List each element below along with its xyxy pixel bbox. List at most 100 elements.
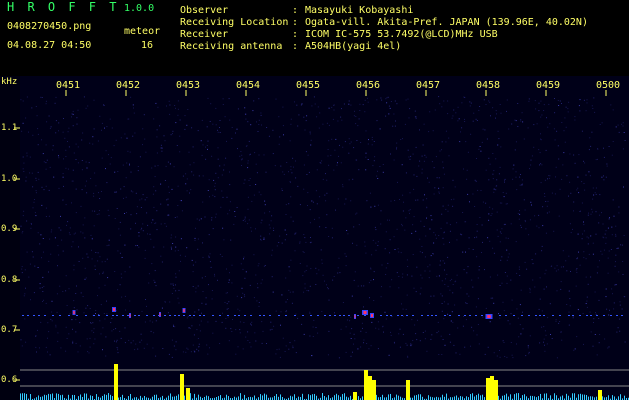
noise-speck — [611, 154, 613, 156]
noise-speck — [521, 179, 523, 181]
noise-speck — [442, 205, 444, 207]
noise-speck — [493, 188, 495, 190]
signal-noise-bar — [68, 394, 69, 400]
noise-speck — [179, 200, 181, 202]
noise-speck — [354, 271, 356, 273]
noise-speck — [601, 176, 603, 178]
noise-speck — [136, 245, 138, 246]
noise-speck — [193, 162, 195, 164]
signal-noise-bar — [264, 393, 265, 400]
noise-speck — [349, 332, 351, 334]
noise-speck — [585, 258, 587, 260]
noise-speck — [605, 176, 607, 178]
noise-speck — [603, 175, 604, 177]
noise-speck — [209, 347, 210, 349]
noise-speck — [421, 172, 423, 174]
noise-speck — [37, 267, 39, 268]
noise-speck — [544, 330, 546, 332]
noise-speck — [179, 151, 181, 153]
signal-noise-bar — [48, 393, 49, 400]
noise-speck — [305, 241, 307, 243]
noise-speck — [393, 159, 395, 161]
noise-speck — [390, 331, 391, 333]
noise-speck — [22, 122, 24, 124]
noise-speck — [426, 198, 428, 200]
noise-speck — [402, 194, 404, 196]
noise-speck — [506, 99, 508, 101]
noise-speck — [260, 235, 262, 237]
noise-speck — [410, 155, 412, 157]
noise-speck — [547, 126, 549, 128]
signal-peak — [180, 374, 184, 400]
noise-speck — [93, 343, 95, 345]
noise-speck — [321, 262, 323, 264]
signal-peak — [368, 376, 372, 400]
noise-speck — [312, 336, 314, 337]
carrier-dot — [68, 315, 70, 316]
noise-speck — [225, 318, 227, 319]
noise-speck — [266, 127, 268, 128]
noise-speck — [198, 219, 200, 221]
noise-speck — [37, 128, 39, 130]
noise-speck — [151, 167, 153, 169]
noise-speck — [171, 339, 173, 341]
signal-noise-bar — [504, 395, 505, 400]
noise-speck — [594, 334, 596, 335]
noise-speck — [586, 296, 588, 298]
noise-speck — [273, 227, 274, 229]
noise-speck — [585, 110, 587, 112]
noise-speck — [30, 227, 32, 229]
signal-noise-bar — [84, 393, 85, 400]
noise-speck — [430, 338, 432, 340]
noise-speck — [447, 256, 449, 258]
noise-speck — [618, 131, 620, 133]
noise-speck — [58, 187, 60, 189]
noise-speck — [315, 284, 317, 285]
info-label-location: Receiving Location — [180, 17, 289, 28]
noise-speck — [310, 139, 312, 141]
noise-speck — [271, 215, 273, 217]
noise-speck — [294, 340, 296, 342]
signal-noise-bar — [274, 395, 275, 400]
noise-speck — [182, 175, 184, 177]
noise-speck — [318, 217, 320, 219]
noise-speck — [476, 236, 478, 238]
noise-speck — [181, 210, 183, 212]
noise-speck — [167, 214, 169, 216]
noise-speck — [106, 126, 108, 128]
carrier-dot — [178, 315, 180, 316]
noise-speck — [211, 290, 213, 291]
noise-speck — [263, 239, 265, 240]
noise-speck — [485, 202, 487, 204]
noise-speck — [389, 239, 391, 241]
noise-speck — [308, 290, 310, 292]
noise-speck — [57, 332, 59, 334]
noise-speck — [539, 164, 540, 166]
noise-speck — [518, 218, 520, 220]
noise-speck — [519, 275, 521, 276]
noise-speck — [93, 328, 95, 330]
noise-speck — [589, 311, 591, 313]
noise-speck — [326, 214, 328, 216]
signal-noise-bar — [382, 394, 383, 400]
noise-speck — [73, 264, 75, 266]
noise-speck — [545, 232, 547, 234]
noise-speck — [90, 178, 92, 179]
noise-speck — [261, 321, 263, 323]
noise-speck — [222, 227, 224, 229]
noise-speck — [295, 313, 297, 315]
noise-speck — [248, 219, 250, 221]
noise-speck — [256, 300, 258, 302]
noise-speck — [451, 278, 453, 280]
noise-speck — [576, 336, 578, 338]
signal-noise-bar — [342, 394, 343, 400]
noise-speck — [429, 228, 431, 230]
noise-speck — [22, 168, 24, 170]
noise-speck — [121, 257, 123, 258]
noise-speck — [173, 287, 175, 289]
noise-speck — [55, 326, 57, 328]
noise-speck — [72, 180, 74, 182]
noise-speck — [148, 273, 150, 275]
noise-speck — [422, 144, 424, 146]
noise-speck — [101, 191, 102, 192]
